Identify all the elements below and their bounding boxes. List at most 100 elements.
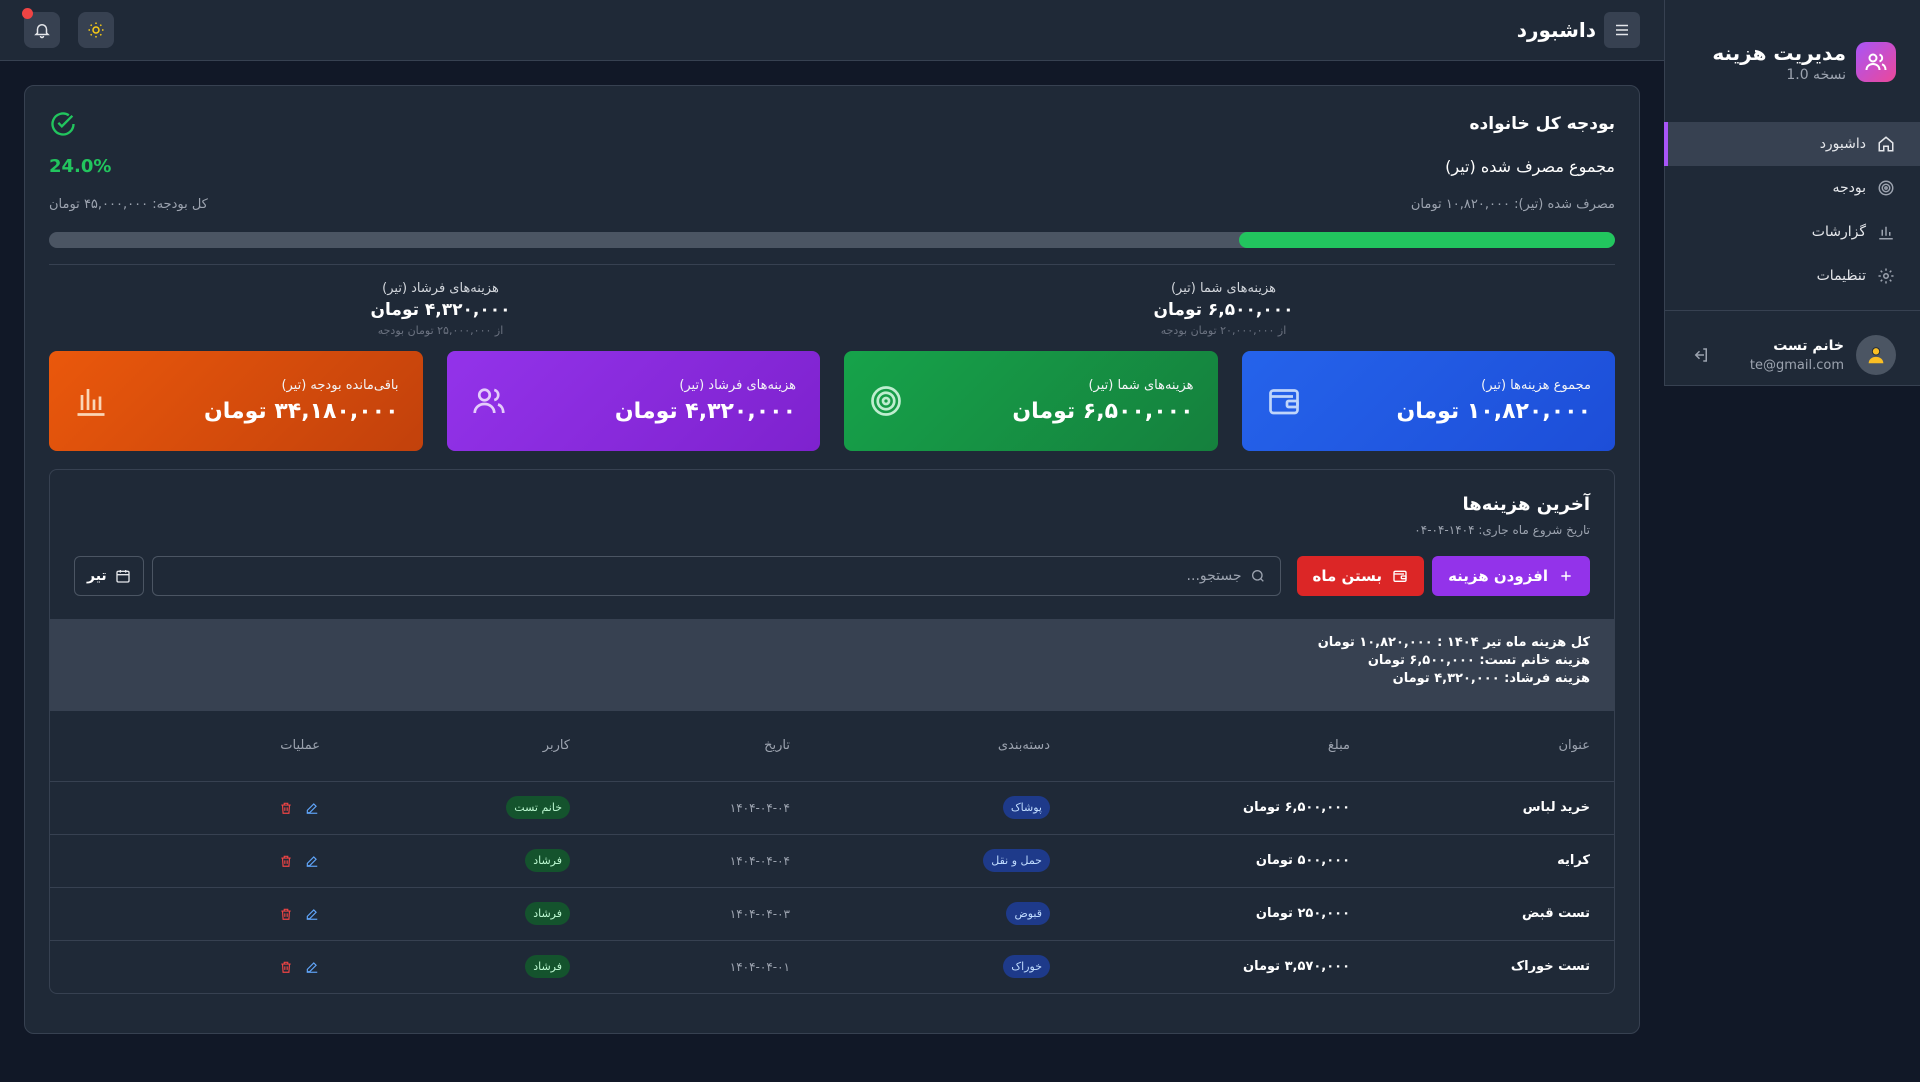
table-row: کرایه ۵۰۰,۰۰۰ تومان حمل و نقل ۱۴۰۴-۰۴-۰۴… xyxy=(50,834,1614,888)
expense-amount: ۳,۵۷۰,۰۰۰ تومان xyxy=(1242,959,1350,975)
expenses-table: عنوان مبلغ دسته‌بندی تاریخ کاربر عملیات … xyxy=(50,711,1614,993)
month-label: تیر xyxy=(87,568,107,584)
sidebar-item-label: داشبورد xyxy=(1819,136,1866,152)
card-value: ۴,۳۲۰,۰۰۰ تومان xyxy=(614,399,796,424)
split-sub: از ۲۰,۰۰۰,۰۰۰ تومان بودجه xyxy=(1160,324,1287,337)
app-title: مدیریت هزینه xyxy=(1712,41,1846,65)
edit-icon[interactable] xyxy=(304,906,320,922)
expense-date: ۱۴۰۴-۰۴-۰۴ xyxy=(594,834,814,888)
card-label: باقی‌مانده بودجه (تیر) xyxy=(281,378,399,393)
stat-card-total: مجموع هزینه‌ها (تیر) ۱۰,۸۲۰,۰۰۰ تومان xyxy=(1241,351,1615,451)
users-icon xyxy=(472,388,505,414)
sun-icon xyxy=(88,22,104,38)
month-start-date: تاریخ شروع ماه جاری: ۱۴۰۴-۰۴-۰۴ xyxy=(1414,523,1590,537)
spent-label: مجموع مصرف شده (تیر) xyxy=(1445,157,1615,176)
menu-button[interactable] xyxy=(1604,12,1640,48)
bar-chart-icon xyxy=(77,389,105,416)
summary-line: کل هزینه ماه تیر ۱۴۰۴ : ۱۰,۸۲۰,۰۰۰ تومان xyxy=(1317,635,1590,650)
spent-amount: مصرف شده (تیر): ۱۰,۸۲۰,۰۰۰ تومان xyxy=(1410,197,1615,212)
table-row: تست قبض ۲۵۰,۰۰۰ تومان قبوض ۱۴۰۴-۰۴-۰۳ فر… xyxy=(50,887,1614,941)
divider xyxy=(49,264,1615,265)
main-panel: بودجه کل خانواده مجموع مصرف شده (تیر) 24… xyxy=(24,85,1640,1034)
bar-chart-icon xyxy=(1876,222,1896,242)
gear-icon xyxy=(1876,266,1896,286)
top-header: داشبورد xyxy=(0,0,1664,61)
sidebar-item-budget[interactable]: بودجه xyxy=(1665,166,1920,210)
category-badge: قبوض xyxy=(1006,902,1050,925)
expense-title: کرایه xyxy=(1374,834,1614,888)
expense-amount: ۲۵۰,۰۰۰ تومان xyxy=(1074,887,1374,941)
add-expense-button[interactable]: افزودن هزینه xyxy=(1432,556,1590,596)
search-box xyxy=(151,556,1281,596)
close-month-button[interactable]: بستن ماه xyxy=(1296,556,1425,596)
category-badge: حمل و نقل xyxy=(983,849,1050,872)
recent-expenses: آخرین هزینه‌ها تاریخ شروع ماه جاری: ۱۴۰۴… xyxy=(49,469,1615,994)
sidebar-item-dashboard[interactable]: داشبورد xyxy=(1664,122,1920,166)
stat-card-remaining: باقی‌مانده بودجه (تیر) ۳۴,۱۸۰,۰۰۰ تومان xyxy=(49,351,423,451)
budget-title: بودجه کل خانواده xyxy=(1469,114,1616,134)
button-label: افزودن هزینه xyxy=(1448,567,1548,585)
split-value: ۶,۵۰۰,۰۰۰ تومان xyxy=(1153,300,1294,320)
total-budget: کل بودجه: ۴۵,۰۰۰,۰۰۰ تومان xyxy=(49,197,208,212)
month-selector[interactable]: تیر xyxy=(74,556,144,596)
card-label: مجموع هزینه‌ها (تیر) xyxy=(1481,378,1591,393)
home-icon xyxy=(1876,134,1896,154)
expenses-toolbar: افزودن هزینه بستن ماه تیر xyxy=(50,537,1614,597)
expense-date: ۱۴۰۴-۰۴-۰۴ xyxy=(594,781,814,835)
target-icon xyxy=(1876,178,1896,198)
stat-cards: مجموع هزینه‌ها (تیر) ۱۰,۸۲۰,۰۰۰ تومان هز… xyxy=(49,351,1615,451)
expense-amount: ۶,۵۰۰,۰۰۰ تومان xyxy=(1074,781,1374,835)
split-value: ۴,۳۲۰,۰۰۰ تومان xyxy=(370,300,511,320)
card-label: هزینه‌های فرشاد (تیر) xyxy=(679,378,796,393)
section-title: آخرین هزینه‌ها xyxy=(1462,494,1590,515)
delete-icon[interactable] xyxy=(278,800,294,816)
split-label: هزینه‌های شما (تیر) xyxy=(1170,281,1277,296)
sidebar-item-label: تنظیمات xyxy=(1816,268,1866,284)
summary-line: هزینه فرشاد: ۴,۳۲۰,۰۰۰ تومان xyxy=(1392,671,1590,686)
edit-icon[interactable] xyxy=(304,959,320,975)
sidebar-nav: داشبورد بودجه گزارشات تنظیمات xyxy=(1664,122,1920,311)
user-badge: فرشاد xyxy=(525,902,570,925)
column-header: دسته‌بندی xyxy=(814,711,1074,782)
expense-title: تست خوراک xyxy=(1510,959,1590,975)
user-name: خانم تست xyxy=(1773,337,1844,354)
column-header: تاریخ xyxy=(594,711,814,782)
logout-icon[interactable] xyxy=(1689,343,1713,367)
budget-progress-bar xyxy=(49,232,1615,248)
calendar-icon xyxy=(116,570,130,583)
wallet-icon xyxy=(1393,570,1407,582)
theme-toggle-button[interactable] xyxy=(78,12,114,48)
edit-icon[interactable] xyxy=(304,800,320,816)
budget-split: هزینه‌های شما (تیر) ۶,۵۰۰,۰۰۰ تومان از ۲… xyxy=(49,281,1615,337)
column-header: عملیات xyxy=(50,711,344,782)
sidebar-item-settings[interactable]: تنظیمات xyxy=(1665,254,1920,298)
category-badge: پوشاک xyxy=(1002,796,1050,819)
edit-icon[interactable] xyxy=(304,853,320,869)
delete-icon[interactable] xyxy=(278,959,294,975)
page-title: داشبورد xyxy=(1516,18,1596,42)
sidebar-item-reports[interactable]: گزارشات xyxy=(1665,210,1920,254)
notification-dot xyxy=(22,8,33,19)
avatar xyxy=(1856,335,1896,375)
bell-icon xyxy=(34,24,50,39)
user-profile: خانم تست te@gmail.com xyxy=(1665,311,1920,375)
check-circle-icon xyxy=(51,112,75,136)
table-row: تست خوراک ۳,۵۷۰,۰۰۰ تومان خوراک ۱۴۰۴-۰۴-… xyxy=(50,940,1614,993)
plus-icon xyxy=(1561,571,1571,581)
column-header: مبلغ xyxy=(1074,711,1374,782)
expense-title: تست قبض xyxy=(1374,887,1614,941)
card-label: هزینه‌های شما (تیر) xyxy=(1088,378,1194,393)
search-input[interactable] xyxy=(166,568,1242,584)
delete-icon[interactable] xyxy=(278,906,294,922)
user-badge: فرشاد xyxy=(525,849,570,872)
wallet-icon xyxy=(1268,389,1299,415)
user-email: te@gmail.com xyxy=(1749,357,1844,373)
delete-icon[interactable] xyxy=(278,853,294,869)
expense-amount: ۵۰۰,۰۰۰ تومان xyxy=(1074,834,1374,888)
split-sub: از ۲۵,۰۰۰,۰۰۰ تومان بودجه xyxy=(377,324,504,337)
summary-line: هزینه خانم تست: ۶,۵۰۰,۰۰۰ تومان xyxy=(1367,653,1590,668)
notifications-button[interactable] xyxy=(22,8,60,48)
your-expenses-summary: هزینه‌های شما (تیر) ۶,۵۰۰,۰۰۰ تومان از ۲… xyxy=(1044,281,1404,337)
button-label: بستن ماه xyxy=(1312,567,1383,585)
budget-progress-fill xyxy=(1239,232,1615,248)
